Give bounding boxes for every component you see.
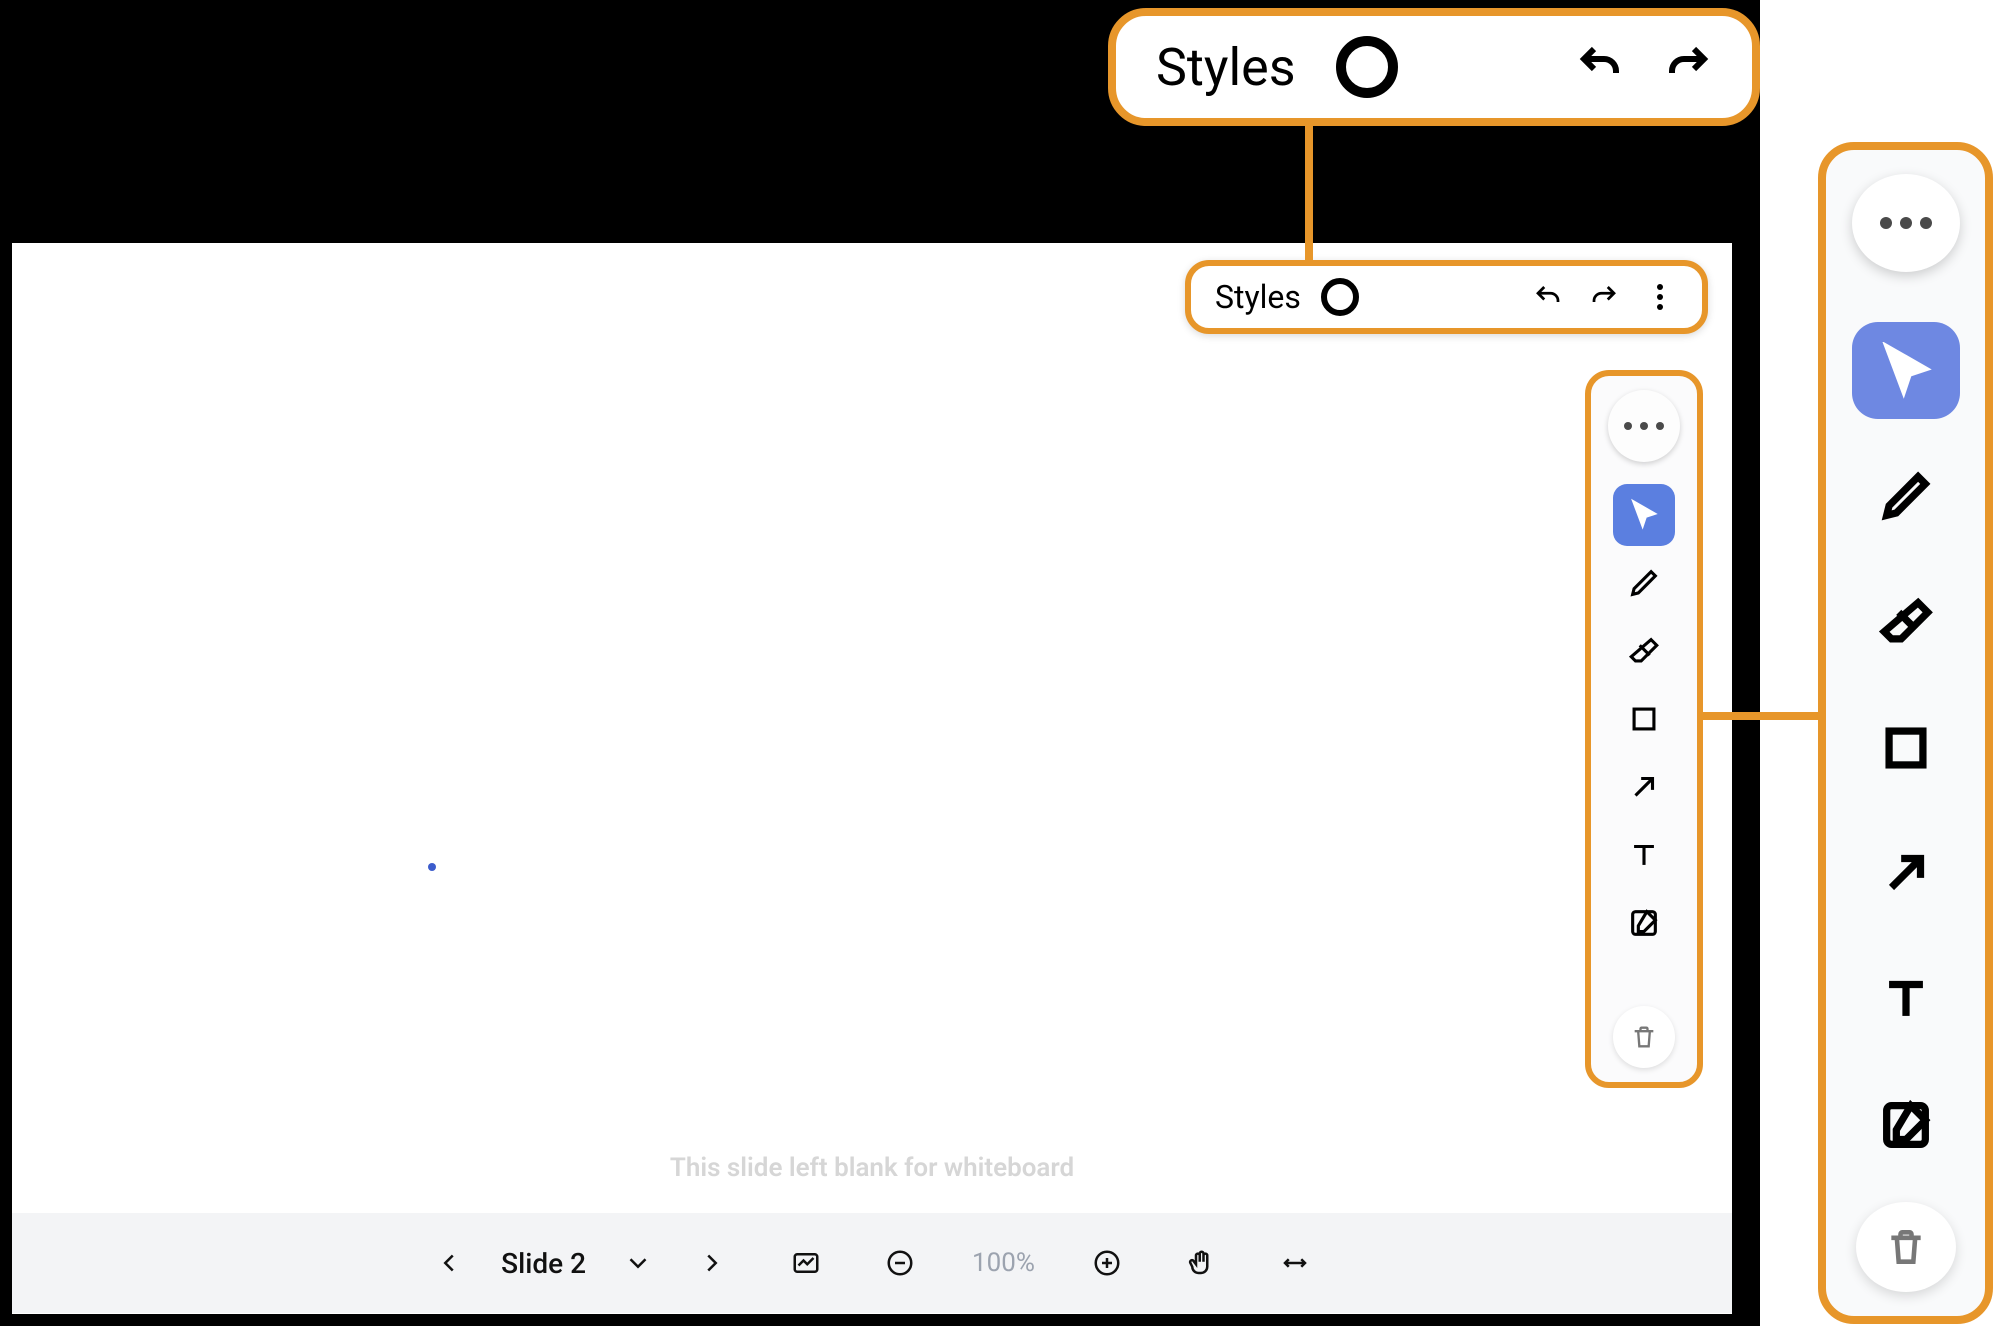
tool-panel-more-button[interactable] [1608,390,1680,462]
background-black-right [1732,243,1760,1326]
callout-connector-horizontal [1703,712,1818,720]
callout-redo-button[interactable] [1664,41,1712,93]
callout-select-tool-button[interactable] [1852,322,1960,420]
ellipsis-icon [1624,422,1664,430]
arrows-horizontal-icon [1280,1248,1310,1278]
arrow-icon [1877,844,1935,902]
note-tool-button[interactable] [1613,892,1675,954]
callout-shape-tool-button[interactable] [1852,699,1960,797]
eraser-icon [1877,593,1935,651]
zoom-in-button[interactable] [1085,1241,1129,1285]
redo-button[interactable] [1586,279,1622,315]
styles-label[interactable]: Styles [1215,278,1301,316]
callout-styles-toolbar: Styles [1108,8,1760,126]
chevron-down-icon [623,1248,653,1278]
trash-icon [1630,1023,1658,1051]
select-tool-button[interactable] [1613,484,1675,546]
hand-icon [1186,1248,1216,1278]
redo-icon [1664,41,1712,89]
pen-tool-button[interactable] [1613,552,1675,614]
more-button[interactable] [1642,279,1678,315]
plus-circle-icon [1092,1248,1122,1278]
ellipsis-icon [1880,217,1932,229]
chart-icon [791,1248,821,1278]
eraser-icon [1627,634,1661,668]
arrow-icon [1627,770,1661,804]
callout-delete-button[interactable] [1856,1202,1956,1292]
pencil-icon [1877,467,1935,525]
callout-undo-button[interactable] [1576,41,1624,93]
slide-dropdown-button[interactable] [616,1241,660,1285]
chevron-left-icon [434,1248,464,1278]
text-icon [1877,970,1935,1028]
text-tool-button[interactable] [1613,824,1675,886]
callout-note-tool-button[interactable] [1852,1076,1960,1174]
edit-square-icon [1627,906,1661,940]
callout-eraser-tool-button[interactable] [1852,573,1960,671]
next-slide-button[interactable] [690,1241,734,1285]
callout-more-button[interactable] [1852,174,1960,272]
pencil-icon [1627,566,1661,600]
kebab-icon [1657,284,1663,310]
style-swatch-circle-icon[interactable] [1321,278,1359,316]
cursor-icon [1877,342,1935,400]
canvas-blue-dot [428,863,436,871]
undo-icon [1533,282,1563,312]
square-icon [1877,719,1935,777]
slide-label[interactable]: Slide 2 [501,1247,586,1280]
redo-icon [1589,282,1619,312]
zoom-out-button[interactable] [878,1241,922,1285]
blank-slide-message: This slide left blank for whiteboard [670,1153,1074,1183]
chart-button[interactable] [784,1241,828,1285]
callout-pen-tool-button[interactable] [1852,447,1960,545]
square-icon [1627,702,1661,736]
inline-styles-toolbar: Styles [1185,260,1708,334]
background-black-bottom [12,1314,1732,1326]
arrow-tool-button[interactable] [1613,756,1675,818]
minus-circle-icon [885,1248,915,1278]
callout-connector-vertical [1305,126,1313,260]
callout-styles-label[interactable]: Styles [1156,37,1296,98]
delete-button[interactable] [1613,1006,1675,1068]
eraser-tool-button[interactable] [1613,620,1675,682]
prev-slide-button[interactable] [427,1241,471,1285]
cursor-icon [1627,498,1661,532]
slide-canvas[interactable]: This slide left blank for whiteboard [12,243,1732,1213]
undo-icon [1576,41,1624,89]
undo-button[interactable] [1530,279,1566,315]
zoom-level[interactable]: 100% [972,1248,1035,1278]
fit-width-button[interactable] [1273,1241,1317,1285]
background-black-left [0,243,12,1326]
callout-text-tool-button[interactable] [1852,950,1960,1048]
callout-swatch-circle-icon[interactable] [1336,36,1398,98]
callout-tool-panel [1818,142,1993,1324]
chevron-right-icon [697,1248,727,1278]
edit-square-icon [1877,1096,1935,1154]
text-icon [1627,838,1661,872]
bottom-bar: Slide 2 100% [12,1213,1732,1313]
inline-tool-panel [1585,370,1703,1088]
shape-tool-button[interactable] [1613,688,1675,750]
callout-arrow-tool-button[interactable] [1852,824,1960,922]
trash-icon [1884,1225,1928,1269]
pan-button[interactable] [1179,1241,1223,1285]
